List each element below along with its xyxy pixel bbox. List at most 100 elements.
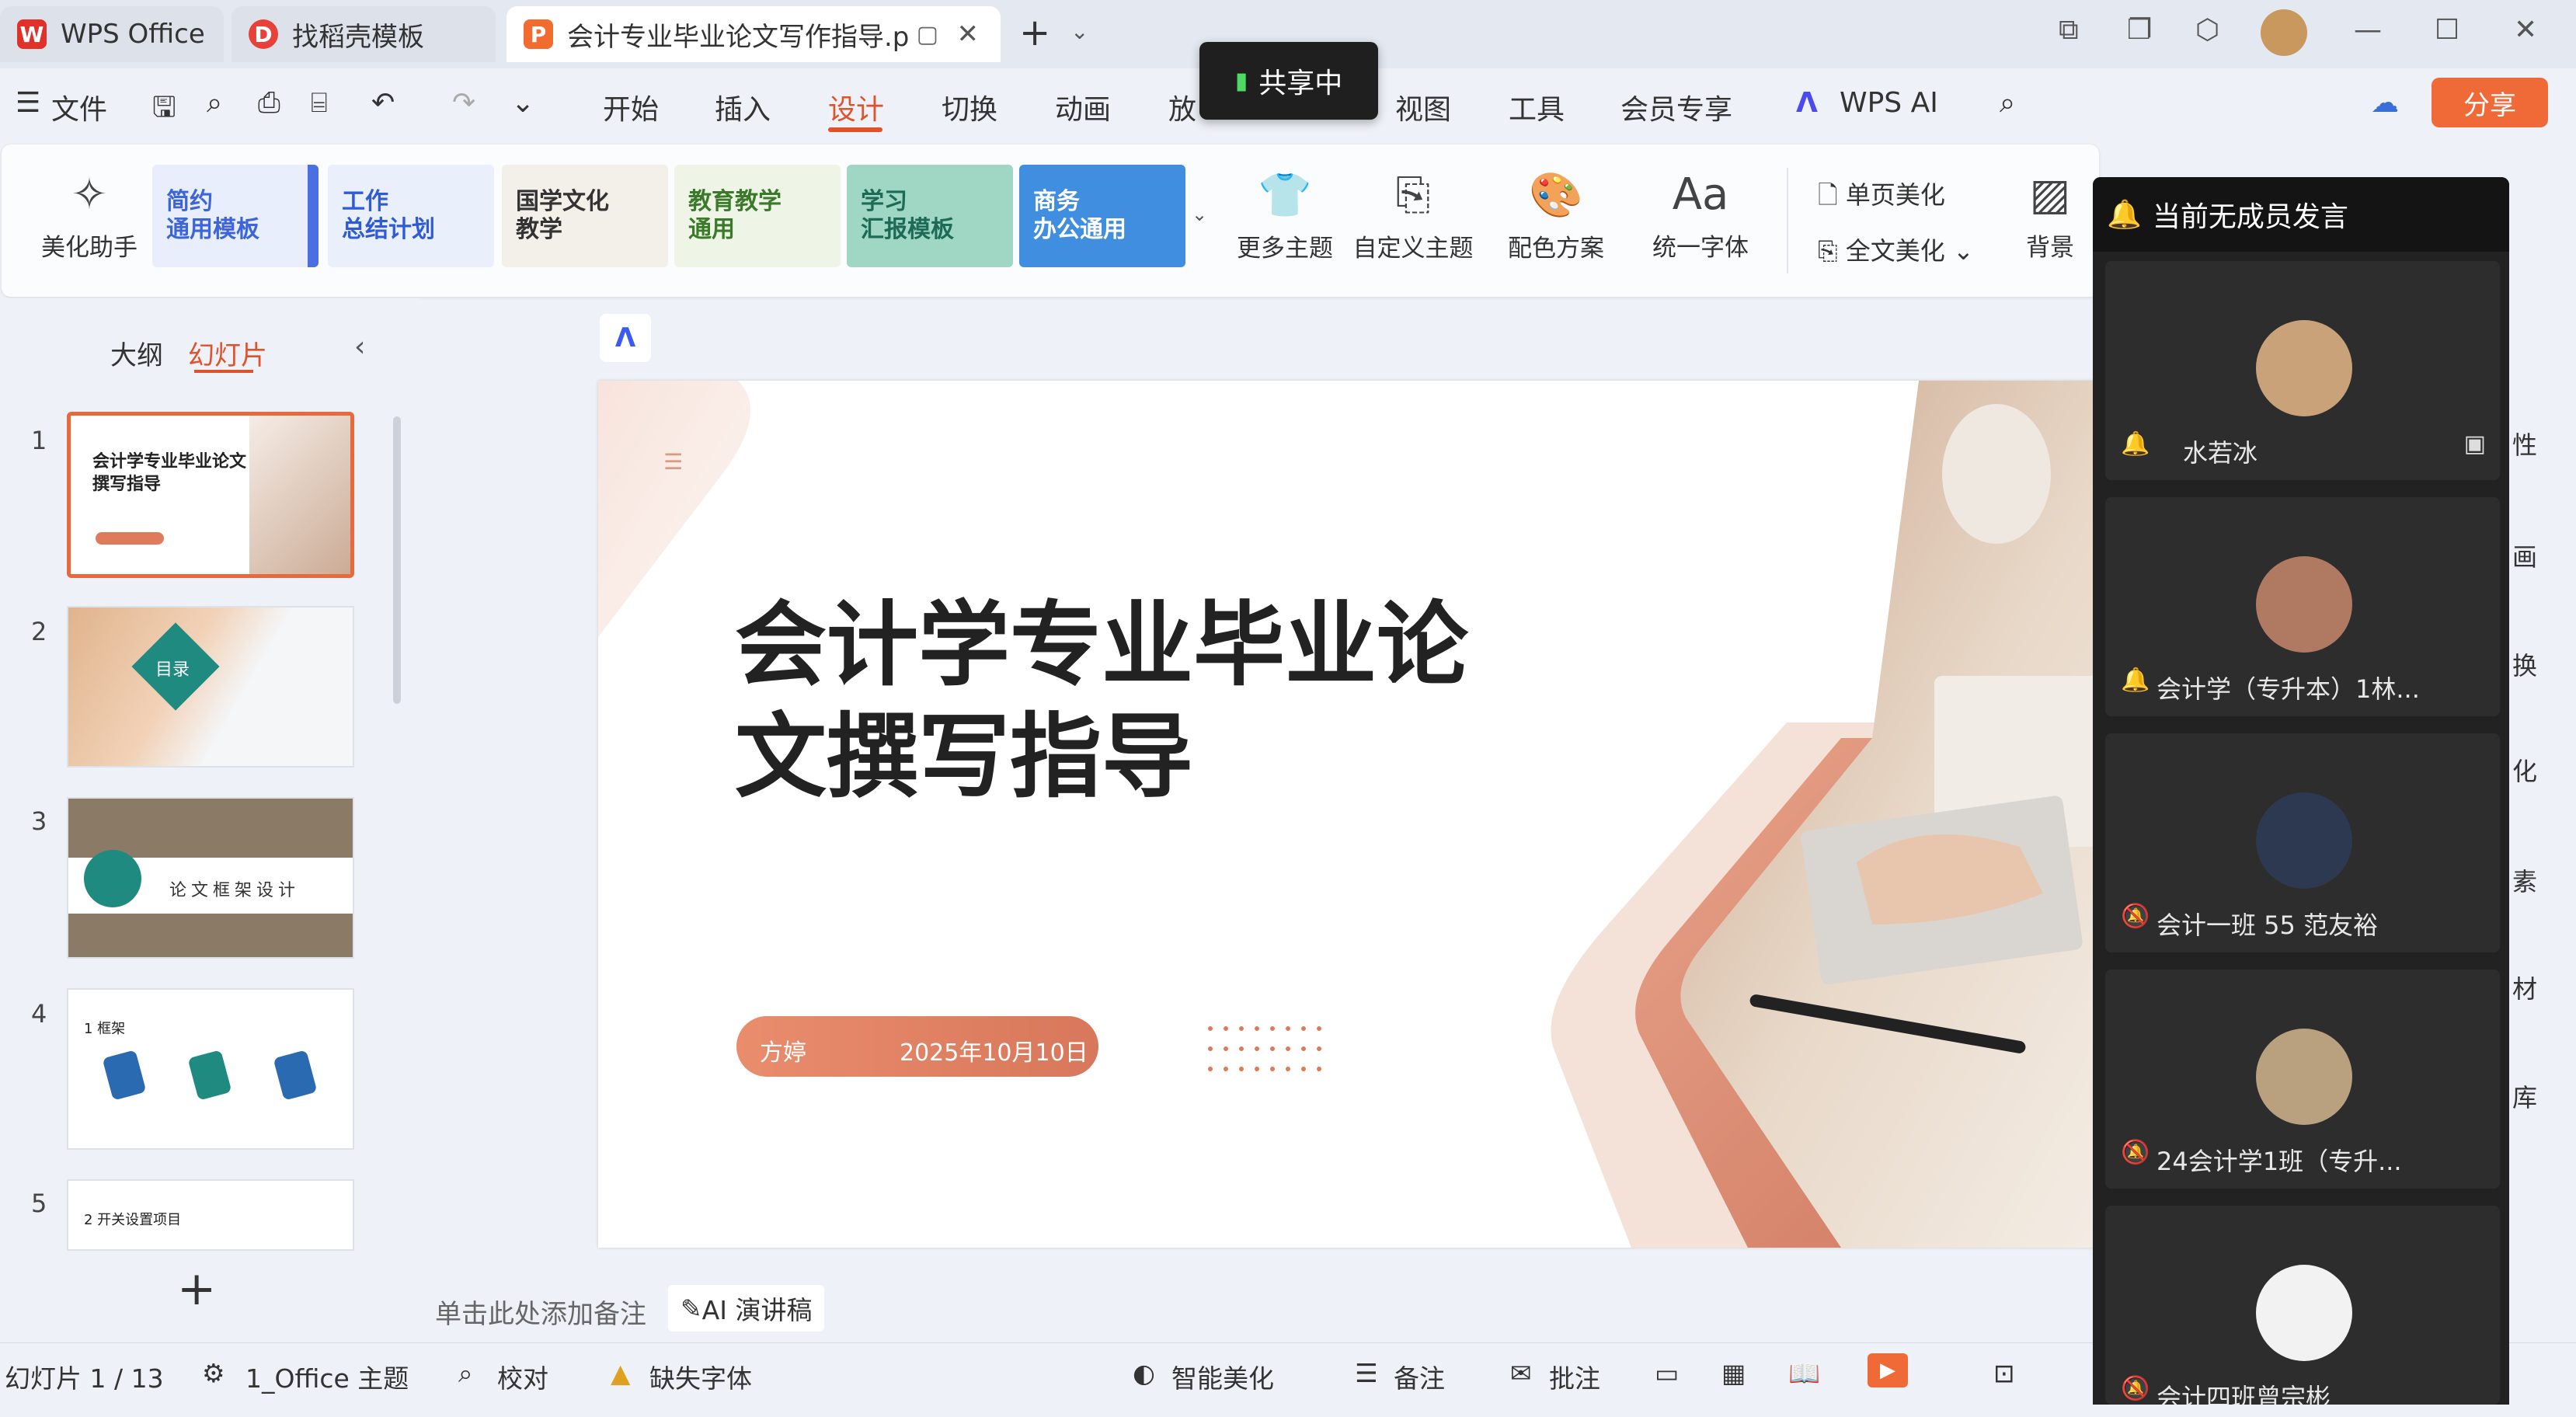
template-thumb[interactable]: 国学文化 教学: [502, 165, 668, 267]
tab-label: 会计专业毕业论文写作指导.p: [567, 21, 910, 53]
slide-count: 幻灯片 1 / 13: [5, 1363, 164, 1394]
side-item[interactable]: 材: [2512, 970, 2537, 1005]
grid-view-icon[interactable]: ▦: [1721, 1358, 1746, 1388]
reading-view-icon[interactable]: 📖: [1788, 1358, 1820, 1389]
format-painter-icon[interactable]: ⌕: [207, 87, 222, 120]
search-icon[interactable]: ⌕: [2000, 87, 2015, 120]
template-thumb[interactable]: 教育教学 通用: [674, 165, 841, 267]
member-card[interactable]: 🔕 24会计学1班（专升...: [2105, 970, 2500, 1189]
side-item[interactable]: 换: [2512, 646, 2537, 682]
normal-view-icon[interactable]: ▭: [1655, 1358, 1679, 1388]
tab-wps-office[interactable]: W WPS Office: [0, 6, 224, 62]
play-slideshow-button[interactable]: ▶: [1868, 1353, 1908, 1387]
slide-canvas[interactable]: ☰ 会计学专业毕业论 文撰写指导 方婷 2025年10月10日: [598, 381, 2152, 1248]
missing-font-button[interactable]: 缺失字体: [649, 1358, 752, 1395]
custom-theme-button[interactable]: ⎘ 自定义主题: [1349, 169, 1478, 263]
save-icon[interactable]: 🖫: [152, 87, 176, 134]
scrollbar[interactable]: [393, 416, 401, 704]
tab-docer-templates[interactable]: D 找稻壳模板: [231, 6, 496, 62]
side-item[interactable]: 素: [2512, 862, 2537, 898]
undo-icon[interactable]: ↶: [371, 87, 395, 119]
screenshot-icon[interactable]: ⧉: [2059, 14, 2079, 47]
menu-view[interactable]: 视图: [1395, 87, 1451, 127]
tab-slides[interactable]: 幻灯片: [188, 334, 267, 372]
tab-outline[interactable]: 大纲: [110, 334, 163, 372]
ai-assistant-icon[interactable]: Λ: [600, 314, 651, 362]
proof-button[interactable]: 校对: [497, 1358, 548, 1395]
side-item[interactable]: 性: [2512, 426, 2537, 461]
hamburger-menu-icon[interactable]: ☰: [16, 87, 40, 119]
notes-placeholder[interactable]: 单击此处添加备注: [435, 1293, 646, 1331]
tab-presentation[interactable]: P 会计专业毕业论文写作指导.p ▢ ✕: [506, 6, 1001, 62]
cloud-upload-icon[interactable]: ☁: [2371, 87, 2399, 119]
color-scheme-button[interactable]: 🎨 配色方案: [1492, 169, 1620, 263]
menu-lines-icon: ☰: [663, 449, 684, 475]
window-icon[interactable]: ▢: [917, 21, 938, 48]
ai-speech-button[interactable]: ✎ AI 演讲稿: [668, 1285, 825, 1332]
member-card[interactable]: 🔔 水若冰 ▣: [2105, 261, 2500, 480]
collapse-panel-icon[interactable]: ‹: [354, 331, 365, 363]
unify-font-button[interactable]: Aa 统一字体: [1636, 169, 1765, 263]
ai-speech-icon: ✎: [681, 1293, 702, 1324]
menu-member[interactable]: 会员专享: [1620, 87, 1732, 127]
slide-thumbnail-1[interactable]: 会计学专业毕业论文撰写指导: [67, 412, 354, 578]
smart-beautify-button[interactable]: 智能美化: [1171, 1358, 1274, 1395]
template-thumb[interactable]: 工作 总结计划: [328, 165, 494, 267]
member-card[interactable]: 🔕 会计一班 55 范友裕: [2105, 733, 2500, 952]
chevron-down-icon[interactable]: ⌄: [1070, 19, 1088, 44]
theme-name[interactable]: 1_Office 主题: [245, 1358, 409, 1395]
menu-animation[interactable]: 动画: [1055, 87, 1111, 127]
template-thumb[interactable]: 商务 办公通用: [1019, 165, 1185, 267]
slide-thumbnail-3[interactable]: 论文框架设计: [67, 797, 354, 959]
menu-transition[interactable]: 切换: [942, 87, 997, 127]
menu-tools[interactable]: 工具: [1509, 87, 1565, 127]
template-thumb[interactable]: 学习 汇报模板: [847, 165, 1013, 267]
menu-insert[interactable]: 插入: [715, 87, 771, 127]
close-window-icon[interactable]: ✕: [2514, 14, 2537, 46]
more-chevron-icon[interactable]: ⌄: [511, 87, 534, 119]
slide-title-line1[interactable]: 会计学专业毕业论: [735, 590, 1468, 701]
comments-toggle[interactable]: 批注: [1549, 1358, 1600, 1395]
member-card[interactable]: 🔔 会计学（专升本）1林...: [2105, 497, 2500, 716]
cube-icon[interactable]: ⬡: [2195, 14, 2219, 46]
slide-title-line2[interactable]: 文撰写指导: [735, 702, 1193, 813]
redo-icon[interactable]: ↷: [452, 87, 475, 119]
vase-shape: [1942, 404, 2051, 544]
side-item[interactable]: 画: [2512, 538, 2537, 573]
sharing-status-badge[interactable]: ▮ 共享中: [1199, 42, 1378, 120]
print-preview-icon[interactable]: ⌸: [311, 87, 328, 120]
side-item[interactable]: 库: [2512, 1078, 2537, 1114]
window-mode-icon[interactable]: ❐: [2127, 14, 2152, 46]
share-button[interactable]: 分享: [2432, 78, 2548, 127]
user-avatar[interactable]: [2261, 9, 2307, 56]
menu-start[interactable]: 开始: [603, 87, 659, 127]
close-tab-icon[interactable]: ✕: [957, 19, 980, 50]
print-icon[interactable]: ⎙: [258, 87, 280, 120]
notes-toggle[interactable]: 备注: [1394, 1358, 1445, 1395]
avatar: [2256, 1029, 2352, 1125]
background-button[interactable]: ▨ 背景: [2023, 169, 2077, 263]
template-thumb[interactable]: 简约 通用模板: [152, 165, 319, 267]
presenter-date-pill[interactable]: 方婷 2025年10月10日: [736, 1016, 1098, 1077]
menu-wps-ai[interactable]: WPS AI: [1840, 87, 1938, 119]
new-tab-button[interactable]: +: [1019, 11, 1050, 54]
add-slide-button[interactable]: +: [177, 1262, 216, 1316]
member-card[interactable]: 🔕 会计四班曾宗彬: [2105, 1206, 2500, 1405]
single-page-beautify-button[interactable]: 🗋 单页美化: [1818, 176, 1945, 220]
expand-templates-icon[interactable]: ⌄: [1192, 204, 1207, 225]
fit-window-icon[interactable]: ⊡: [1993, 1358, 2015, 1388]
full-beautify-button[interactable]: ⎘ 全文美化 ⌄: [1818, 232, 1974, 267]
menu-design[interactable]: 设计: [828, 87, 884, 127]
slide-thumbnail-2[interactable]: 目录: [67, 606, 354, 768]
thumb-shape: [102, 1050, 147, 1101]
menu-slideshow[interactable]: 放: [1168, 87, 1196, 127]
more-themes-button[interactable]: 👕 更多主题: [1223, 169, 1347, 263]
slide-thumbnail-5[interactable]: 2 开关设置项目: [67, 1179, 354, 1251]
side-item[interactable]: 化: [2512, 752, 2537, 788]
maximize-icon[interactable]: ☐: [2435, 14, 2459, 46]
slide-thumbnail-4[interactable]: 1 框架: [67, 988, 354, 1150]
beautify-assistant-button[interactable]: ✧ 美化助手: [31, 169, 148, 263]
menu-file[interactable]: 文件: [51, 87, 107, 127]
minimize-icon[interactable]: —: [2354, 14, 2382, 46]
template-label: 工作 总结计划: [342, 188, 435, 243]
